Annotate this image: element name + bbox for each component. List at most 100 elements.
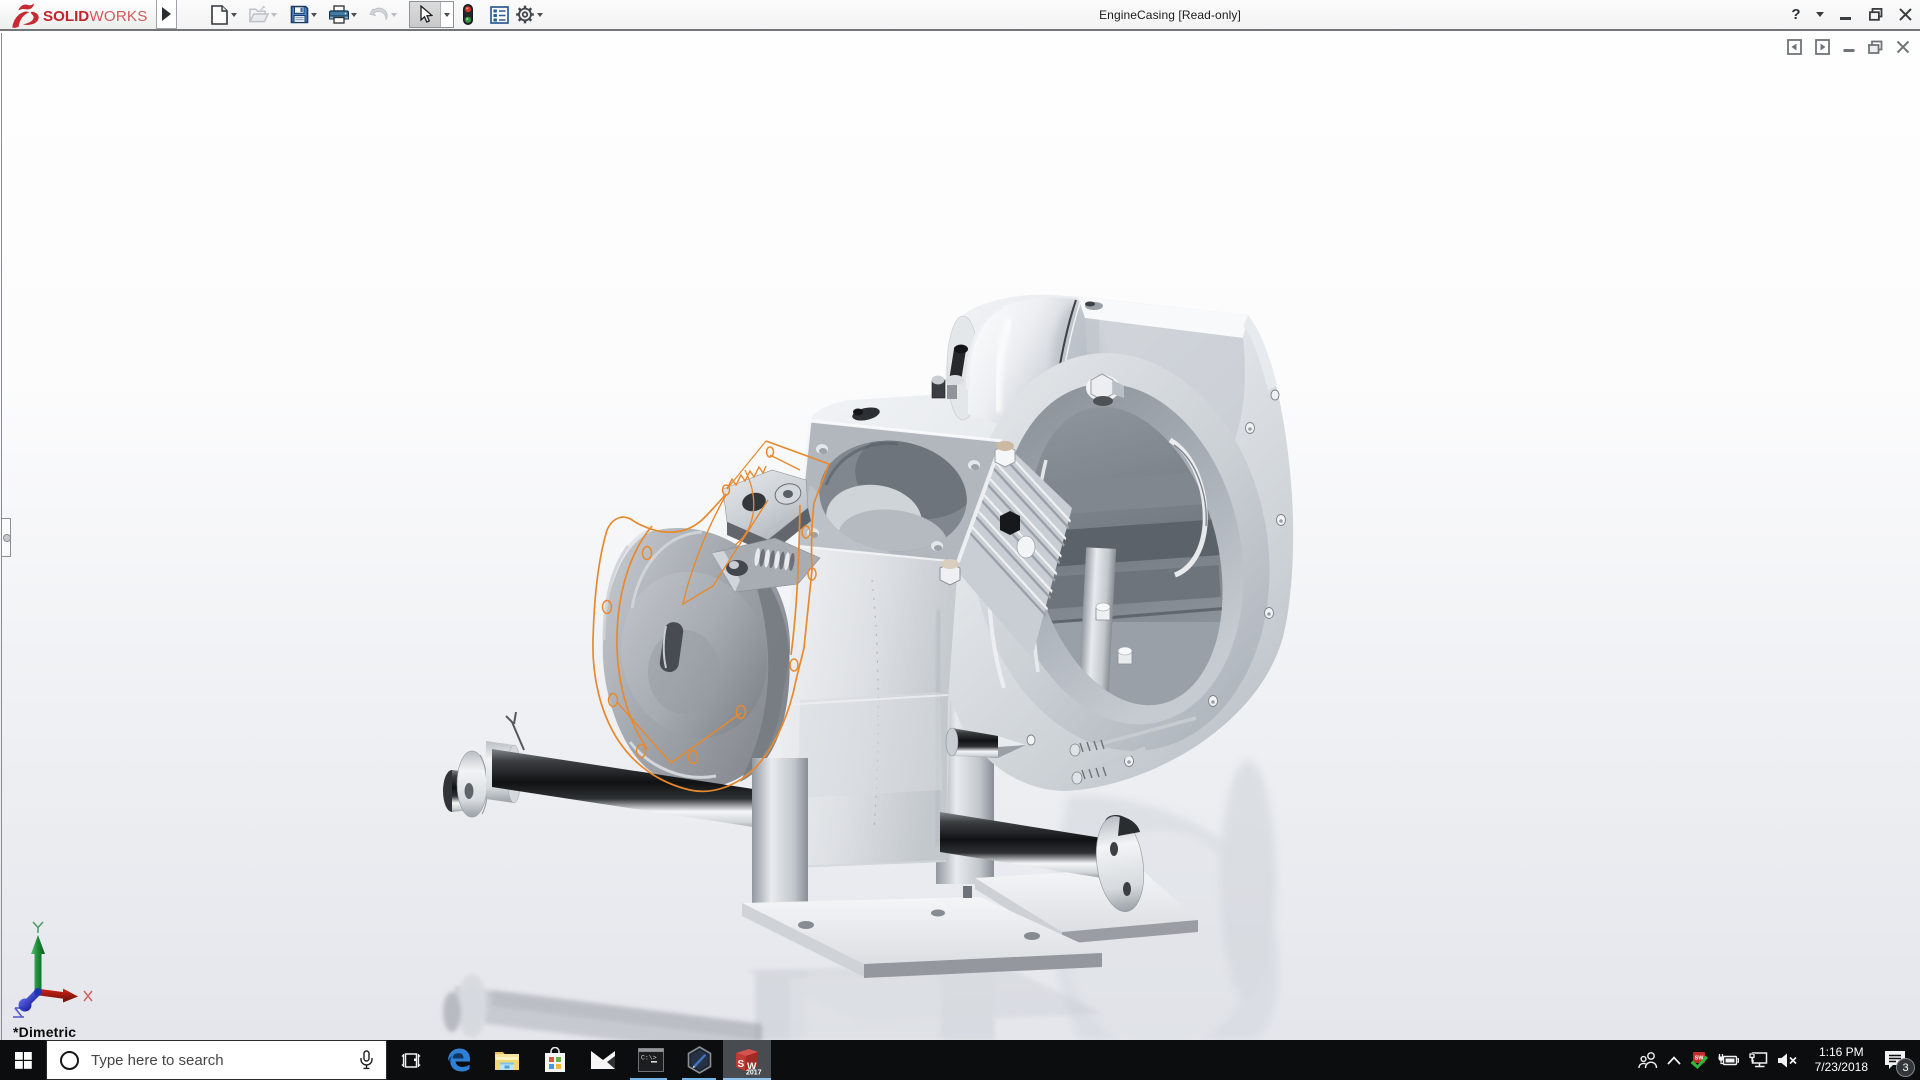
notification-badge: 3	[1896, 1058, 1915, 1077]
graphics-viewport[interactable]: *Dimetric	[0, 33, 1920, 1040]
toolbar-group	[209, 4, 239, 26]
sw-check-icon: SW	[1690, 1051, 1708, 1069]
minimize-document-button[interactable]	[1843, 39, 1855, 55]
brand-light: WORKS	[89, 8, 147, 25]
triad-y-axis	[31, 922, 45, 992]
quick-access-toolbar	[209, 0, 555, 29]
clock-date: 7/23/2018	[1815, 1060, 1868, 1075]
taskbar-store[interactable]	[531, 1040, 579, 1080]
command-prompt-icon: C:\>	[638, 1048, 664, 1072]
people-icon[interactable]	[1638, 1051, 1658, 1069]
solidworks-logo-icon: SOLID WORKS	[8, 1, 150, 29]
flyout-arrow-icon	[162, 7, 171, 21]
undo-dropdown[interactable]	[389, 5, 399, 25]
previous-document-icon	[1787, 39, 1802, 55]
clock-time: 1:16 PM	[1815, 1045, 1868, 1060]
engine-block[interactable]	[777, 295, 1297, 868]
select-tool-dropdown[interactable]	[440, 2, 453, 27]
help-dropdown[interactable]	[1809, 0, 1831, 29]
toolbar-group	[249, 4, 279, 26]
toolbar-group	[409, 1, 454, 28]
taskbar-command-prompt[interactable]: C:\>	[627, 1040, 675, 1080]
folder-icon	[494, 1049, 520, 1071]
sw-year: 2017	[746, 1070, 762, 1076]
close-document-icon	[1896, 40, 1910, 54]
edge-icon	[446, 1047, 472, 1073]
taskbar-file-explorer[interactable]	[483, 1040, 531, 1080]
task-pane-list-icon	[490, 6, 509, 24]
network-monitor-icon	[1748, 1052, 1768, 1069]
taskbar-spacer	[771, 1040, 1634, 1080]
selection-filter-toggle-button[interactable]	[458, 4, 478, 26]
close-button[interactable]	[1891, 0, 1919, 29]
engine-casing-model[interactable]	[0, 33, 1920, 1040]
toolbar-group	[458, 4, 478, 26]
start-button[interactable]	[0, 1040, 46, 1080]
taskbar-search[interactable]: Type here to search	[46, 1040, 387, 1080]
triad-z-axis	[13, 992, 38, 1017]
sw-front-letter: S	[738, 1059, 745, 1070]
task-pane-list-button[interactable]	[489, 4, 509, 26]
next-document-button[interactable]	[1815, 39, 1830, 55]
people-glyph-icon	[1638, 1051, 1658, 1069]
next-document-icon	[1815, 39, 1830, 55]
minimize-document-icon	[1843, 39, 1855, 55]
taskbar-clock[interactable]: 1:16 PM 7/23/2018	[1815, 1045, 1868, 1075]
previous-document-button[interactable]	[1787, 39, 1802, 55]
open-dropdown[interactable]	[269, 5, 279, 25]
taskbar-mail[interactable]	[579, 1040, 627, 1080]
show-hidden-icons-chevron[interactable]	[1667, 1056, 1681, 1065]
solidworks-logo[interactable]: SOLID WORKS	[0, 0, 156, 29]
task-view-icon	[401, 1051, 421, 1070]
save-dropdown[interactable]	[309, 5, 319, 25]
feature-panel-collapsed-tab[interactable]	[2, 518, 11, 557]
open-button[interactable]	[249, 4, 269, 26]
new-document-dropdown[interactable]	[229, 5, 239, 25]
battery-plug-icon	[1717, 1052, 1739, 1068]
minimize-icon	[1840, 9, 1852, 21]
new-document-icon	[211, 5, 228, 25]
toolbar-group	[489, 4, 509, 26]
printer-icon	[329, 5, 349, 24]
power-status-icon[interactable]	[1717, 1052, 1739, 1068]
help-button[interactable]: ?	[1783, 0, 1809, 29]
undo-button[interactable]	[369, 4, 389, 26]
taskbar-solidworks[interactable]: S W 2017	[723, 1040, 771, 1080]
restore-icon	[1869, 8, 1883, 21]
close-icon	[1899, 8, 1912, 21]
brand-bold: SOLID	[43, 8, 89, 25]
window-title: EngineCasing [Read-only]	[540, 0, 1800, 29]
windows-logo-icon	[15, 1052, 32, 1069]
close-document-button[interactable]	[1896, 40, 1910, 54]
microphone-icon[interactable]	[359, 1050, 374, 1070]
restore-document-button[interactable]	[1868, 40, 1883, 55]
chevron-up-icon	[1667, 1056, 1681, 1065]
save-floppy-icon	[290, 5, 309, 24]
new-document-button[interactable]	[209, 4, 229, 26]
undo-arrow-icon	[369, 6, 389, 23]
store-bag-icon	[543, 1047, 567, 1073]
gear-icon	[515, 4, 535, 25]
solidworks-resource-monitor-icon[interactable]: SW	[1690, 1051, 1708, 1069]
open-folder-icon	[249, 5, 269, 24]
select-tool-button[interactable]	[409, 1, 454, 28]
taskbar-edge[interactable]	[435, 1040, 483, 1080]
save-button[interactable]	[289, 4, 309, 26]
view-orientation-label: *Dimetric	[13, 1024, 76, 1040]
document-window-controls	[1787, 39, 1910, 55]
print-dropdown[interactable]	[349, 5, 359, 25]
volume-muted-icon[interactable]	[1777, 1052, 1798, 1069]
minimize-button[interactable]	[1831, 0, 1861, 29]
triad-x-axis	[38, 989, 92, 1003]
print-button[interactable]	[329, 4, 349, 26]
taskbar-design-app[interactable]	[675, 1040, 723, 1080]
toolbar-group	[289, 4, 319, 26]
task-view-button[interactable]	[387, 1040, 435, 1080]
restore-button[interactable]	[1861, 0, 1891, 29]
options-gear-button[interactable]	[515, 4, 535, 26]
triad-origin	[34, 988, 42, 996]
network-icon[interactable]	[1748, 1052, 1768, 1069]
solidworks-cube-icon: S W 2017	[732, 1045, 762, 1075]
toolbar-flyout-button[interactable]	[156, 0, 177, 29]
action-center-button[interactable]: 3	[1884, 1050, 1906, 1070]
